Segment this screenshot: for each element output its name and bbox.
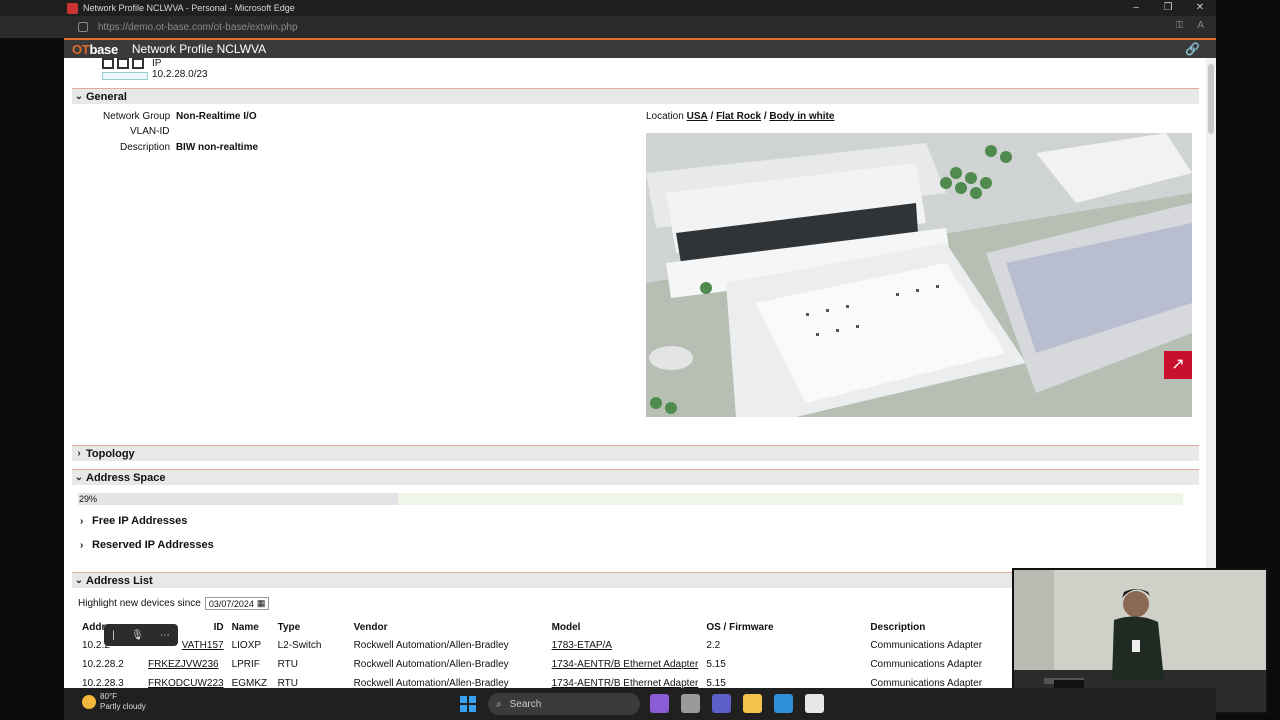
col-description[interactable]: Description: [866, 618, 1026, 636]
highlight-filter: Highlight new devices since 03/07/2024 ▦: [78, 597, 270, 610]
table-row[interactable]: 10.2.28.2 FRKEZJVW236 LPRIF RTU Rockwell…: [78, 655, 1026, 674]
file-explorer-icon[interactable]: [743, 694, 762, 713]
weather-condition: Partly cloudy: [100, 702, 146, 711]
windows-taskbar: 80°F Partly cloudy ⌕ Search: [64, 688, 1216, 720]
usage-bar-fill: [78, 493, 399, 505]
microphone-icon[interactable]: 🎙: [131, 630, 144, 641]
col-os[interactable]: OS / Firmware: [702, 618, 866, 636]
read-aloud-icon[interactable]: A: [1197, 20, 1204, 31]
weather-widget[interactable]: 80°F Partly cloudy: [82, 692, 146, 712]
section-topology-header[interactable]: › Topology: [72, 445, 1199, 461]
search-icon: ⌕: [496, 698, 502, 710]
vlan-row: VLAN-ID: [130, 126, 172, 137]
ip-usage-mini-bar: [102, 72, 148, 80]
scrollbar-thumb[interactable]: [1208, 64, 1214, 134]
app-header: OTbase Network Profile NCLWVA 🔗: [64, 38, 1216, 58]
factory-campus-illustration: [646, 133, 1192, 417]
browser-titlebar: Network Profile NCLWVA - Personal - Micr…: [0, 0, 1216, 16]
highlight-label: Highlight new devices since: [78, 598, 201, 609]
reserved-ip-toggle[interactable]: › Reserved IP Addresses: [80, 539, 214, 551]
col-vendor[interactable]: Vendor: [350, 618, 548, 636]
store-icon[interactable]: [805, 694, 824, 713]
restore-icon[interactable]: ❐: [1152, 0, 1184, 16]
ip-label: IP: [152, 58, 162, 69]
taskbar-search[interactable]: ⌕ Search: [488, 693, 640, 715]
url-text[interactable]: https://demo.ot-base.com/ot-base/extwin.…: [98, 22, 298, 33]
location-biw-link[interactable]: Body in white: [769, 111, 834, 122]
network-group-row: Network Group Non-Realtime I/O: [103, 111, 257, 122]
address-space-usage-bar: 29%: [78, 493, 1183, 505]
calendar-icon[interactable]: ▦: [257, 598, 266, 609]
widgets-app-icon[interactable]: [650, 694, 669, 713]
edge-icon[interactable]: [774, 694, 793, 713]
description-row: Description BIW non-realtime: [120, 142, 258, 153]
close-icon[interactable]: ✕: [1184, 0, 1216, 16]
zoom-expand-icon[interactable]: ↗: [1164, 351, 1192, 379]
chevron-down-icon: ⌄: [74, 575, 84, 586]
network-group-label: Network Group: [103, 111, 171, 122]
free-ip-toggle[interactable]: › Free IP Addresses: [80, 515, 187, 527]
description-value: BIW non-realtime: [175, 142, 259, 153]
chevron-down-icon: ⌄: [74, 91, 84, 102]
site-3d-image[interactable]: ↗: [646, 133, 1192, 417]
key-icon[interactable]: ⚿: [1176, 20, 1184, 31]
app-icon: [67, 2, 78, 14]
table-row[interactable]: 10.2.2 VATH157 LIOXP L2-Switch Rockwell …: [78, 636, 1026, 655]
col-name[interactable]: Name: [228, 618, 274, 636]
vlan-label: VLAN-ID: [130, 126, 170, 137]
ip-summary: IP 10.2.28.0/23: [102, 58, 208, 80]
description-label: Description: [120, 142, 171, 153]
ip-value: 10.2.28.0/23: [152, 69, 208, 80]
link-icon[interactable]: 🔗: [1185, 42, 1200, 56]
otbase-logo: OTbase: [72, 41, 118, 57]
location-flat-rock-link[interactable]: Flat Rock: [716, 111, 761, 122]
chevron-right-icon: ›: [77, 448, 81, 459]
table-header-row: Addr ID Name Type Vendor Model OS / Firm…: [78, 618, 1026, 636]
chevron-right-icon: ›: [80, 540, 84, 551]
start-icon[interactable]: [460, 696, 476, 715]
location-label: Location: [646, 111, 684, 122]
temperature: 80°F: [100, 692, 117, 701]
location-usa-link[interactable]: USA: [687, 111, 708, 122]
highlight-date-input[interactable]: 03/07/2024 ▦: [204, 597, 270, 610]
location-breadcrumb: Location USA / Flat Rock / Body in white: [646, 111, 835, 122]
network-icon: [102, 58, 144, 69]
chevron-right-icon: ›: [80, 516, 84, 527]
address-list-table: Addr ID Name Type Vendor Model OS / Firm…: [78, 618, 1026, 689]
minimize-icon[interactable]: –: [1120, 0, 1152, 16]
network-group-value: Non-Realtime I/O: [176, 111, 257, 122]
col-type[interactable]: Type: [274, 618, 350, 636]
chevron-down-icon: ⌄: [74, 472, 84, 483]
table-row[interactable]: 10.2.28.3 FRKODCUW223 EGMKZ RTU Rockwell…: [78, 674, 1026, 688]
window-title: Network Profile NCLWVA - Personal - Micr…: [83, 3, 295, 13]
section-general-header[interactable]: ⌄ General: [72, 88, 1199, 104]
section-address-space-header[interactable]: ⌄ Address Space: [72, 469, 1199, 485]
more-icon[interactable]: ⋯: [160, 630, 170, 641]
cursor-icon[interactable]: |: [112, 630, 115, 641]
section-address-list-header[interactable]: ⌄ Address List: [72, 572, 1022, 588]
lock-icon[interactable]: [78, 22, 88, 32]
usage-percent: 29%: [79, 494, 98, 504]
weather-icon: [82, 695, 96, 709]
task-view-icon[interactable]: [681, 694, 700, 713]
address-bar[interactable]: https://demo.ot-base.com/ot-base/extwin.…: [0, 16, 1216, 38]
col-model[interactable]: Model: [548, 618, 703, 636]
page-title: Network Profile NCLWVA: [131, 42, 267, 56]
voice-typing-toolbar[interactable]: | 🎙 ⋯: [104, 624, 178, 646]
teams-icon[interactable]: [712, 694, 731, 713]
